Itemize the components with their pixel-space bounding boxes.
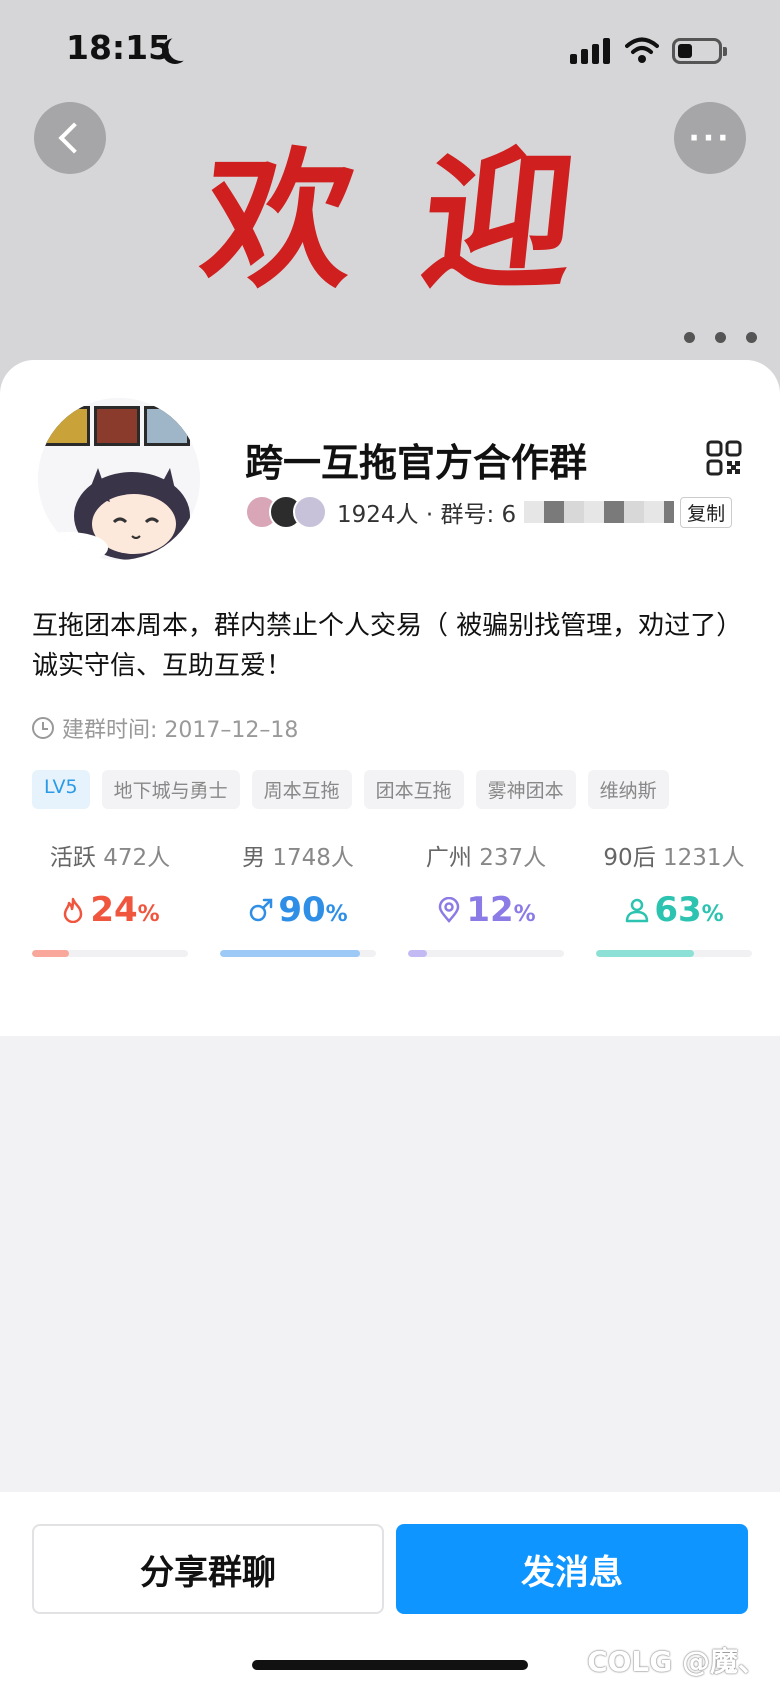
watermark: COLG @魔、 [587,1645,766,1678]
wifi-icon [625,37,659,63]
stat-label: 活跃 472人 [49,845,171,871]
banner-welcome-text: 欢迎 [194,133,653,309]
chevron-left-icon [58,122,90,154]
send-message-button[interactable]: 发消息 [396,1524,748,1614]
member-stats: 活跃 472人 24% 男 1748人 90% 广州 237人 12% 90后 … [32,838,752,957]
male-icon [250,898,273,922]
group-avatar[interactable] [38,398,200,560]
banner-page-indicator [684,332,757,343]
stat-label: 广州 237人 [425,845,547,871]
masked-group-id [524,501,675,523]
battery-icon [672,38,727,64]
bottom-action-bar: 分享群聊 发消息 COLG @魔、 [0,1492,780,1688]
share-group-button[interactable]: 分享群聊 [32,1524,384,1614]
stat-bar [408,950,564,957]
created-date: 建群时间: 2017–12–18 [62,718,299,743]
person-icon [626,898,649,923]
group-meta-row: 1924人 · 群号: 6 复制 [245,492,733,532]
back-button[interactable] [34,102,106,174]
tag-item[interactable]: 周本互拖 [251,770,352,809]
stat-bar [220,950,376,957]
tag-item[interactable]: 雾神团本 [475,770,576,809]
stat-value: 63% [596,890,752,930]
location-icon [439,897,460,923]
tag-item[interactable]: 维纳斯 [587,770,669,809]
stat-value: 12% [408,890,564,930]
status-bar: 18:15 [0,0,780,100]
stat-gender[interactable]: 男 1748人 90% [220,838,376,957]
tag-item[interactable]: 团本互拖 [363,770,464,809]
stat-active[interactable]: 活跃 472人 24% [32,838,188,957]
stat-label: 男 1748人 [242,845,354,871]
tag-item[interactable]: 地下城与勇士 [101,770,240,809]
copy-button[interactable]: 复制 [680,496,733,528]
status-time: 18:15 [66,28,172,67]
stat-label: 90后 1231人 [603,845,745,871]
tag-level: LV5 [32,770,90,809]
home-indicator[interactable] [252,1660,528,1670]
member-avatars[interactable] [245,495,327,529]
stat-bar [32,950,188,957]
more-icon: ··· [688,120,732,156]
tag-list: LV5 地下城与勇士 周本互拖 团本互拖 雾神团本 维纳斯 [32,770,669,809]
member-count-and-id: 1924人 · 群号: 6 [337,502,517,528]
created-date-row: 建群时间: 2017–12–18 [32,712,298,744]
stat-bar [596,950,752,957]
moon-icon [168,35,194,61]
group-info-card: 跨一互拖官方合作群 1924人 · 群号: 6 复制 互拖团本周本，群内禁止个人… [0,360,780,1036]
clock-icon [32,717,54,739]
stat-age[interactable]: 90后 1231人 63% [596,838,752,957]
stat-location[interactable]: 广州 237人 12% [408,838,564,957]
qr-code-icon[interactable] [706,440,742,476]
stat-value: 24% [32,890,188,930]
signal-icon [570,38,610,64]
group-description: 互拖团本周本，群内禁止个人交易（ 被骗别找管理，劝过了）诚实守信、互助互爱！ [32,611,743,681]
group-name: 跨一互拖官方合作群 [245,441,588,485]
more-button[interactable]: ··· [674,102,746,174]
stat-value: 90% [220,890,376,930]
flame-icon [64,897,83,923]
